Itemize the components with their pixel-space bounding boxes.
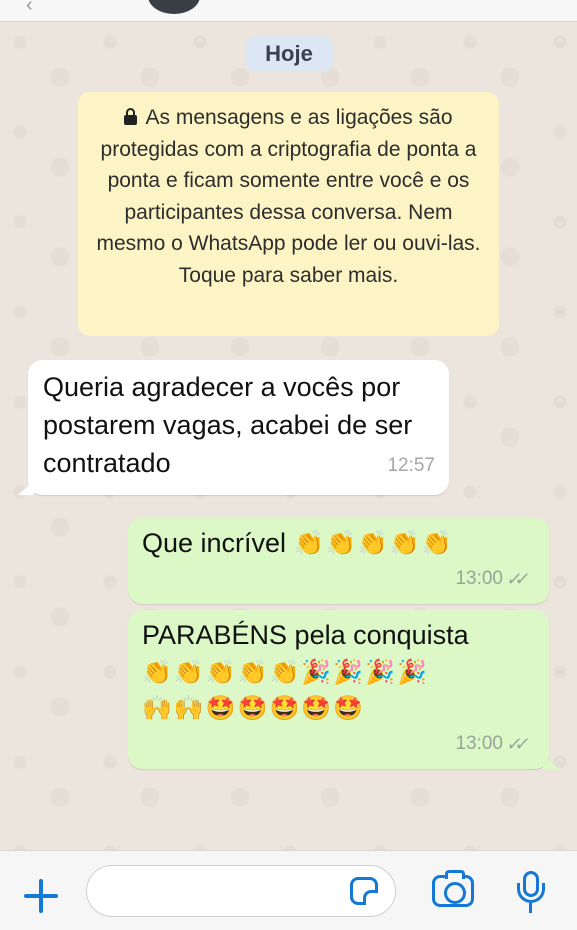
message-emoji: 🙌🙌🤩🤩🤩🤩🤩 bbox=[142, 694, 366, 722]
message-emoji: 👏👏👏👏👏 bbox=[294, 529, 454, 557]
read-receipt-icon: ✓✓ bbox=[505, 569, 525, 589]
microphone-icon[interactable] bbox=[514, 871, 548, 915]
chat-header: ‹ bbox=[0, 0, 577, 22]
encryption-notice-text: As mensagens e as ligações são protegida… bbox=[96, 106, 481, 287]
incoming-message[interactable]: Queria agradecer a vocês por postarem va… bbox=[18, 360, 449, 495]
encryption-notice[interactable]: As mensagens e as ligações são protegida… bbox=[78, 92, 499, 336]
sticker-icon[interactable] bbox=[350, 877, 378, 905]
message-time: 13:00 ✓✓ bbox=[455, 560, 535, 598]
date-separator: Hoje bbox=[245, 36, 333, 72]
camera-icon[interactable] bbox=[432, 870, 474, 907]
outgoing-message[interactable]: Que incrível 👏👏👏👏👏 13:00 ✓✓ bbox=[128, 518, 549, 604]
plus-icon[interactable] bbox=[22, 877, 60, 915]
message-text: Queria agradecer a vocês por postarem va… bbox=[43, 372, 413, 478]
message-text: Que incrível bbox=[142, 528, 287, 558]
contact-avatar[interactable] bbox=[148, 0, 200, 14]
back-chevron-icon[interactable]: ‹ bbox=[26, 0, 33, 17]
lock-icon bbox=[124, 108, 138, 125]
message-time: 13:00 ✓✓ bbox=[455, 725, 535, 763]
message-composer bbox=[0, 850, 577, 930]
chat-area: Hoje As mensagens e as ligações são prot… bbox=[0, 22, 577, 850]
message-emoji: 👏👏👏👏👏🎉🎉🎉🎉 bbox=[142, 658, 429, 686]
message-time: 12:57 bbox=[387, 455, 435, 476]
message-text: PARABÉNS pela conquista bbox=[142, 620, 469, 650]
read-receipt-icon: ✓✓ bbox=[505, 734, 525, 754]
outgoing-message[interactable]: PARABÉNS pela conquista 👏👏👏👏👏🎉🎉🎉🎉 🙌🙌🤩🤩🤩🤩… bbox=[128, 610, 559, 769]
